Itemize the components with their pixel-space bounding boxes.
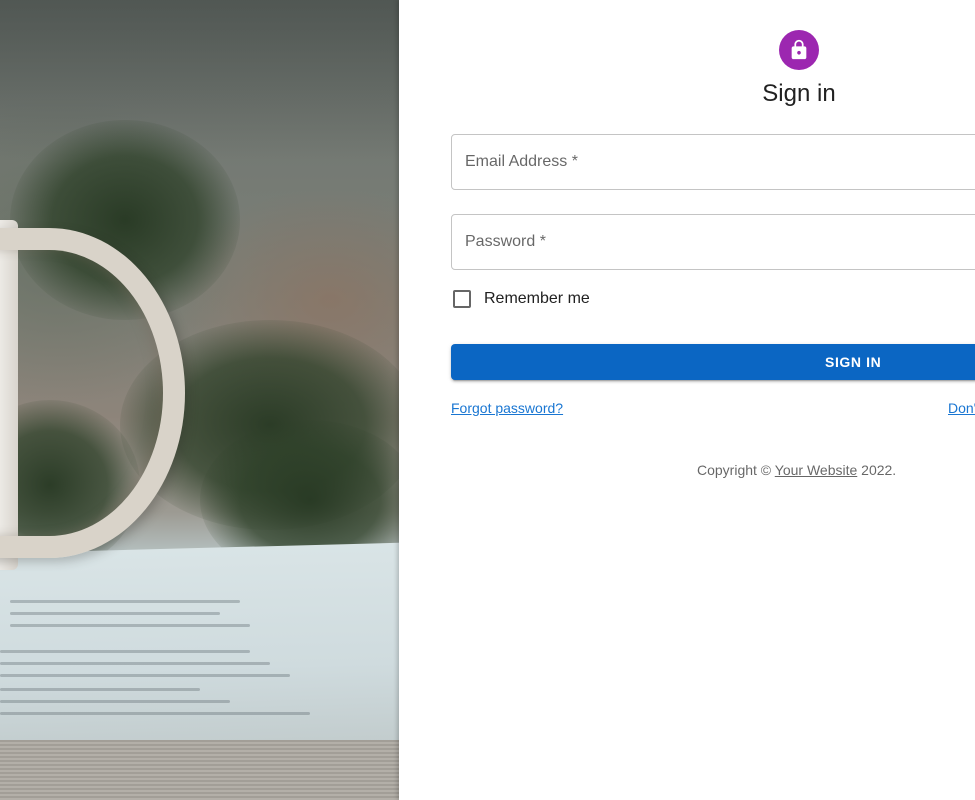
remember-me-label[interactable]: Remember me xyxy=(484,290,590,308)
book-text-line xyxy=(10,600,240,603)
book-text-line xyxy=(10,612,220,615)
email-input[interactable] xyxy=(452,135,975,189)
book-text-line xyxy=(0,700,230,703)
sign-in-panel: Sign in Email Address * Password * Remem… xyxy=(399,0,975,800)
sign-in-page: Sign in Email Address * Password * Remem… xyxy=(0,0,975,800)
lock-avatar xyxy=(779,30,819,70)
remember-me-row[interactable]: Remember me xyxy=(451,287,590,311)
open-book xyxy=(0,542,399,754)
page-title: Sign in xyxy=(762,80,836,107)
copyright-footer: Copyright © Your Website 2022. xyxy=(697,462,896,478)
sign-in-button[interactable]: SIGN IN xyxy=(451,344,975,380)
remember-me-checkbox[interactable] xyxy=(453,290,471,308)
book-text-line xyxy=(0,662,270,665)
sign-up-link[interactable]: Don't have an account? Sign Up xyxy=(948,400,975,416)
book-page-edges xyxy=(0,740,399,800)
book-text-line xyxy=(10,624,250,627)
lock-icon xyxy=(791,39,807,60)
copyright-year: 2022. xyxy=(857,462,897,478)
book-text-line xyxy=(0,712,310,715)
website-link[interactable]: Your Website xyxy=(775,462,858,478)
hero-image xyxy=(0,0,399,800)
book-text-line xyxy=(0,688,200,691)
password-input[interactable] xyxy=(452,215,975,269)
book-text-line xyxy=(0,650,250,653)
password-field[interactable]: Password * xyxy=(451,214,975,270)
email-field[interactable]: Email Address * xyxy=(451,134,975,190)
copyright-prefix: Copyright © xyxy=(697,462,775,478)
sign-in-button-label: SIGN IN xyxy=(825,354,882,370)
hero-shade xyxy=(0,0,399,160)
forgot-password-link[interactable]: Forgot password? xyxy=(451,400,563,416)
book-text-line xyxy=(0,674,290,677)
